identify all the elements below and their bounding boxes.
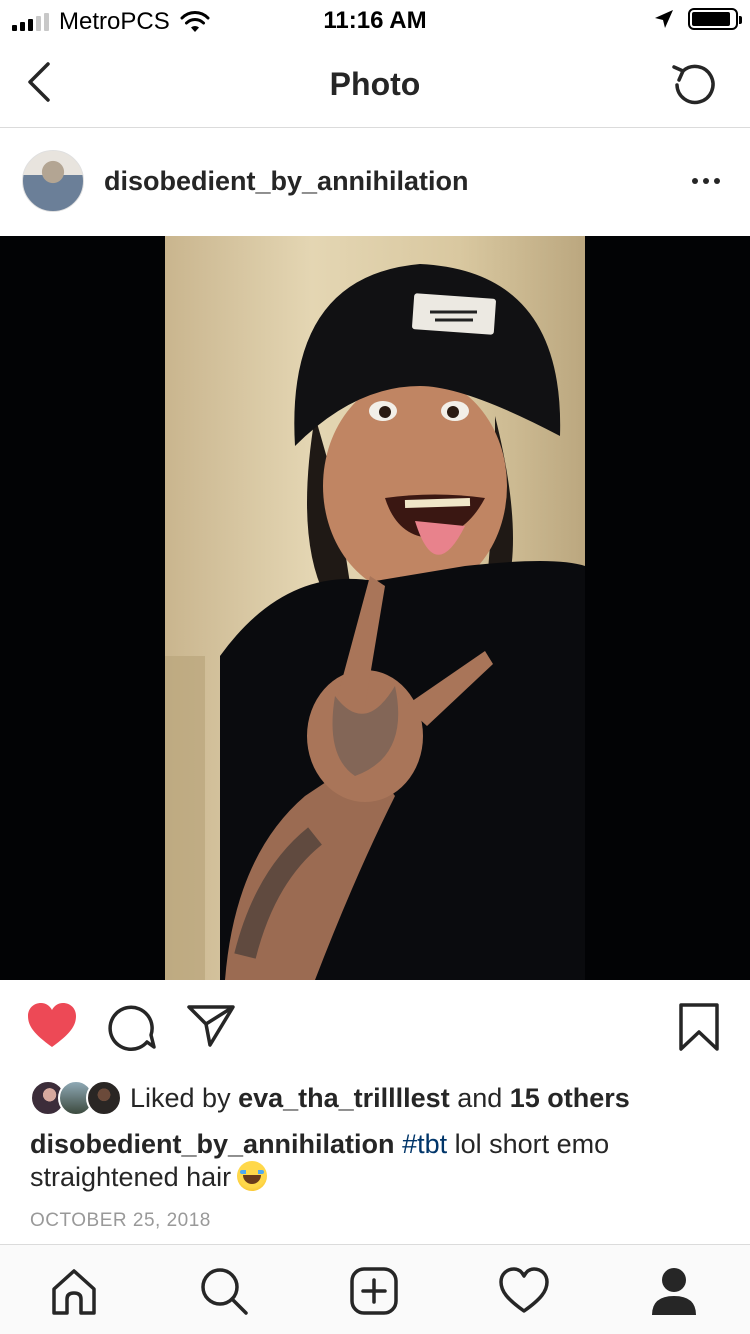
- post-photo[interactable]: [0, 236, 750, 980]
- liker-avatars: [30, 1080, 122, 1116]
- action-bar: [0, 980, 750, 1072]
- battery-icon: [688, 8, 742, 30]
- status-right: [654, 8, 742, 30]
- likes-text: Liked by eva_tha_trillllest and 15 other…: [130, 1083, 630, 1114]
- post-header: disobedient_by_annihilation: [0, 128, 750, 236]
- avatar[interactable]: [22, 150, 84, 212]
- add-post-icon[interactable]: [346, 1263, 402, 1319]
- likes-row[interactable]: Liked by eva_tha_trillllest and 15 other…: [30, 1078, 630, 1118]
- liker-avatar: [86, 1080, 122, 1116]
- heart-icon[interactable]: [26, 1002, 78, 1050]
- likes-prefix: Liked by: [130, 1082, 239, 1113]
- photo-illustration: [165, 264, 585, 980]
- search-icon[interactable]: [196, 1263, 252, 1319]
- liker-username[interactable]: eva_tha_trillllest: [238, 1083, 450, 1113]
- likes-middle: and: [449, 1082, 510, 1113]
- likes-others[interactable]: 15 others: [510, 1083, 630, 1113]
- bookmark-icon[interactable]: [678, 1002, 720, 1052]
- refresh-icon[interactable]: [668, 58, 722, 112]
- laughing-tears-emoji-icon: [237, 1161, 268, 1191]
- battery-fill: [692, 12, 730, 26]
- caption-hashtag[interactable]: #tbt: [402, 1129, 447, 1159]
- share-icon[interactable]: [186, 1002, 236, 1048]
- tab-bar: [0, 1244, 750, 1334]
- page-title: Photo: [329, 66, 421, 102]
- comment-icon[interactable]: [106, 1002, 156, 1052]
- location-arrow-icon: [655, 10, 673, 28]
- caption-username[interactable]: disobedient_by_annihilation: [30, 1129, 395, 1159]
- activity-heart-icon[interactable]: [496, 1263, 552, 1319]
- caption: disobedient_by_annihilation #tbt lol sho…: [30, 1128, 720, 1194]
- more-horizontal-icon[interactable]: [692, 178, 720, 184]
- post-date: OCTOBER 25, 2018: [30, 1210, 211, 1231]
- post-username[interactable]: disobedient_by_annihilation: [104, 166, 469, 197]
- home-icon[interactable]: [46, 1263, 102, 1319]
- status-bar: MetroPCS 11:16 AM: [0, 0, 750, 40]
- status-time: 11:16 AM: [323, 7, 427, 34]
- nav-header: Photo: [0, 40, 750, 128]
- post-photo-content: [165, 236, 585, 980]
- profile-icon[interactable]: [646, 1263, 702, 1319]
